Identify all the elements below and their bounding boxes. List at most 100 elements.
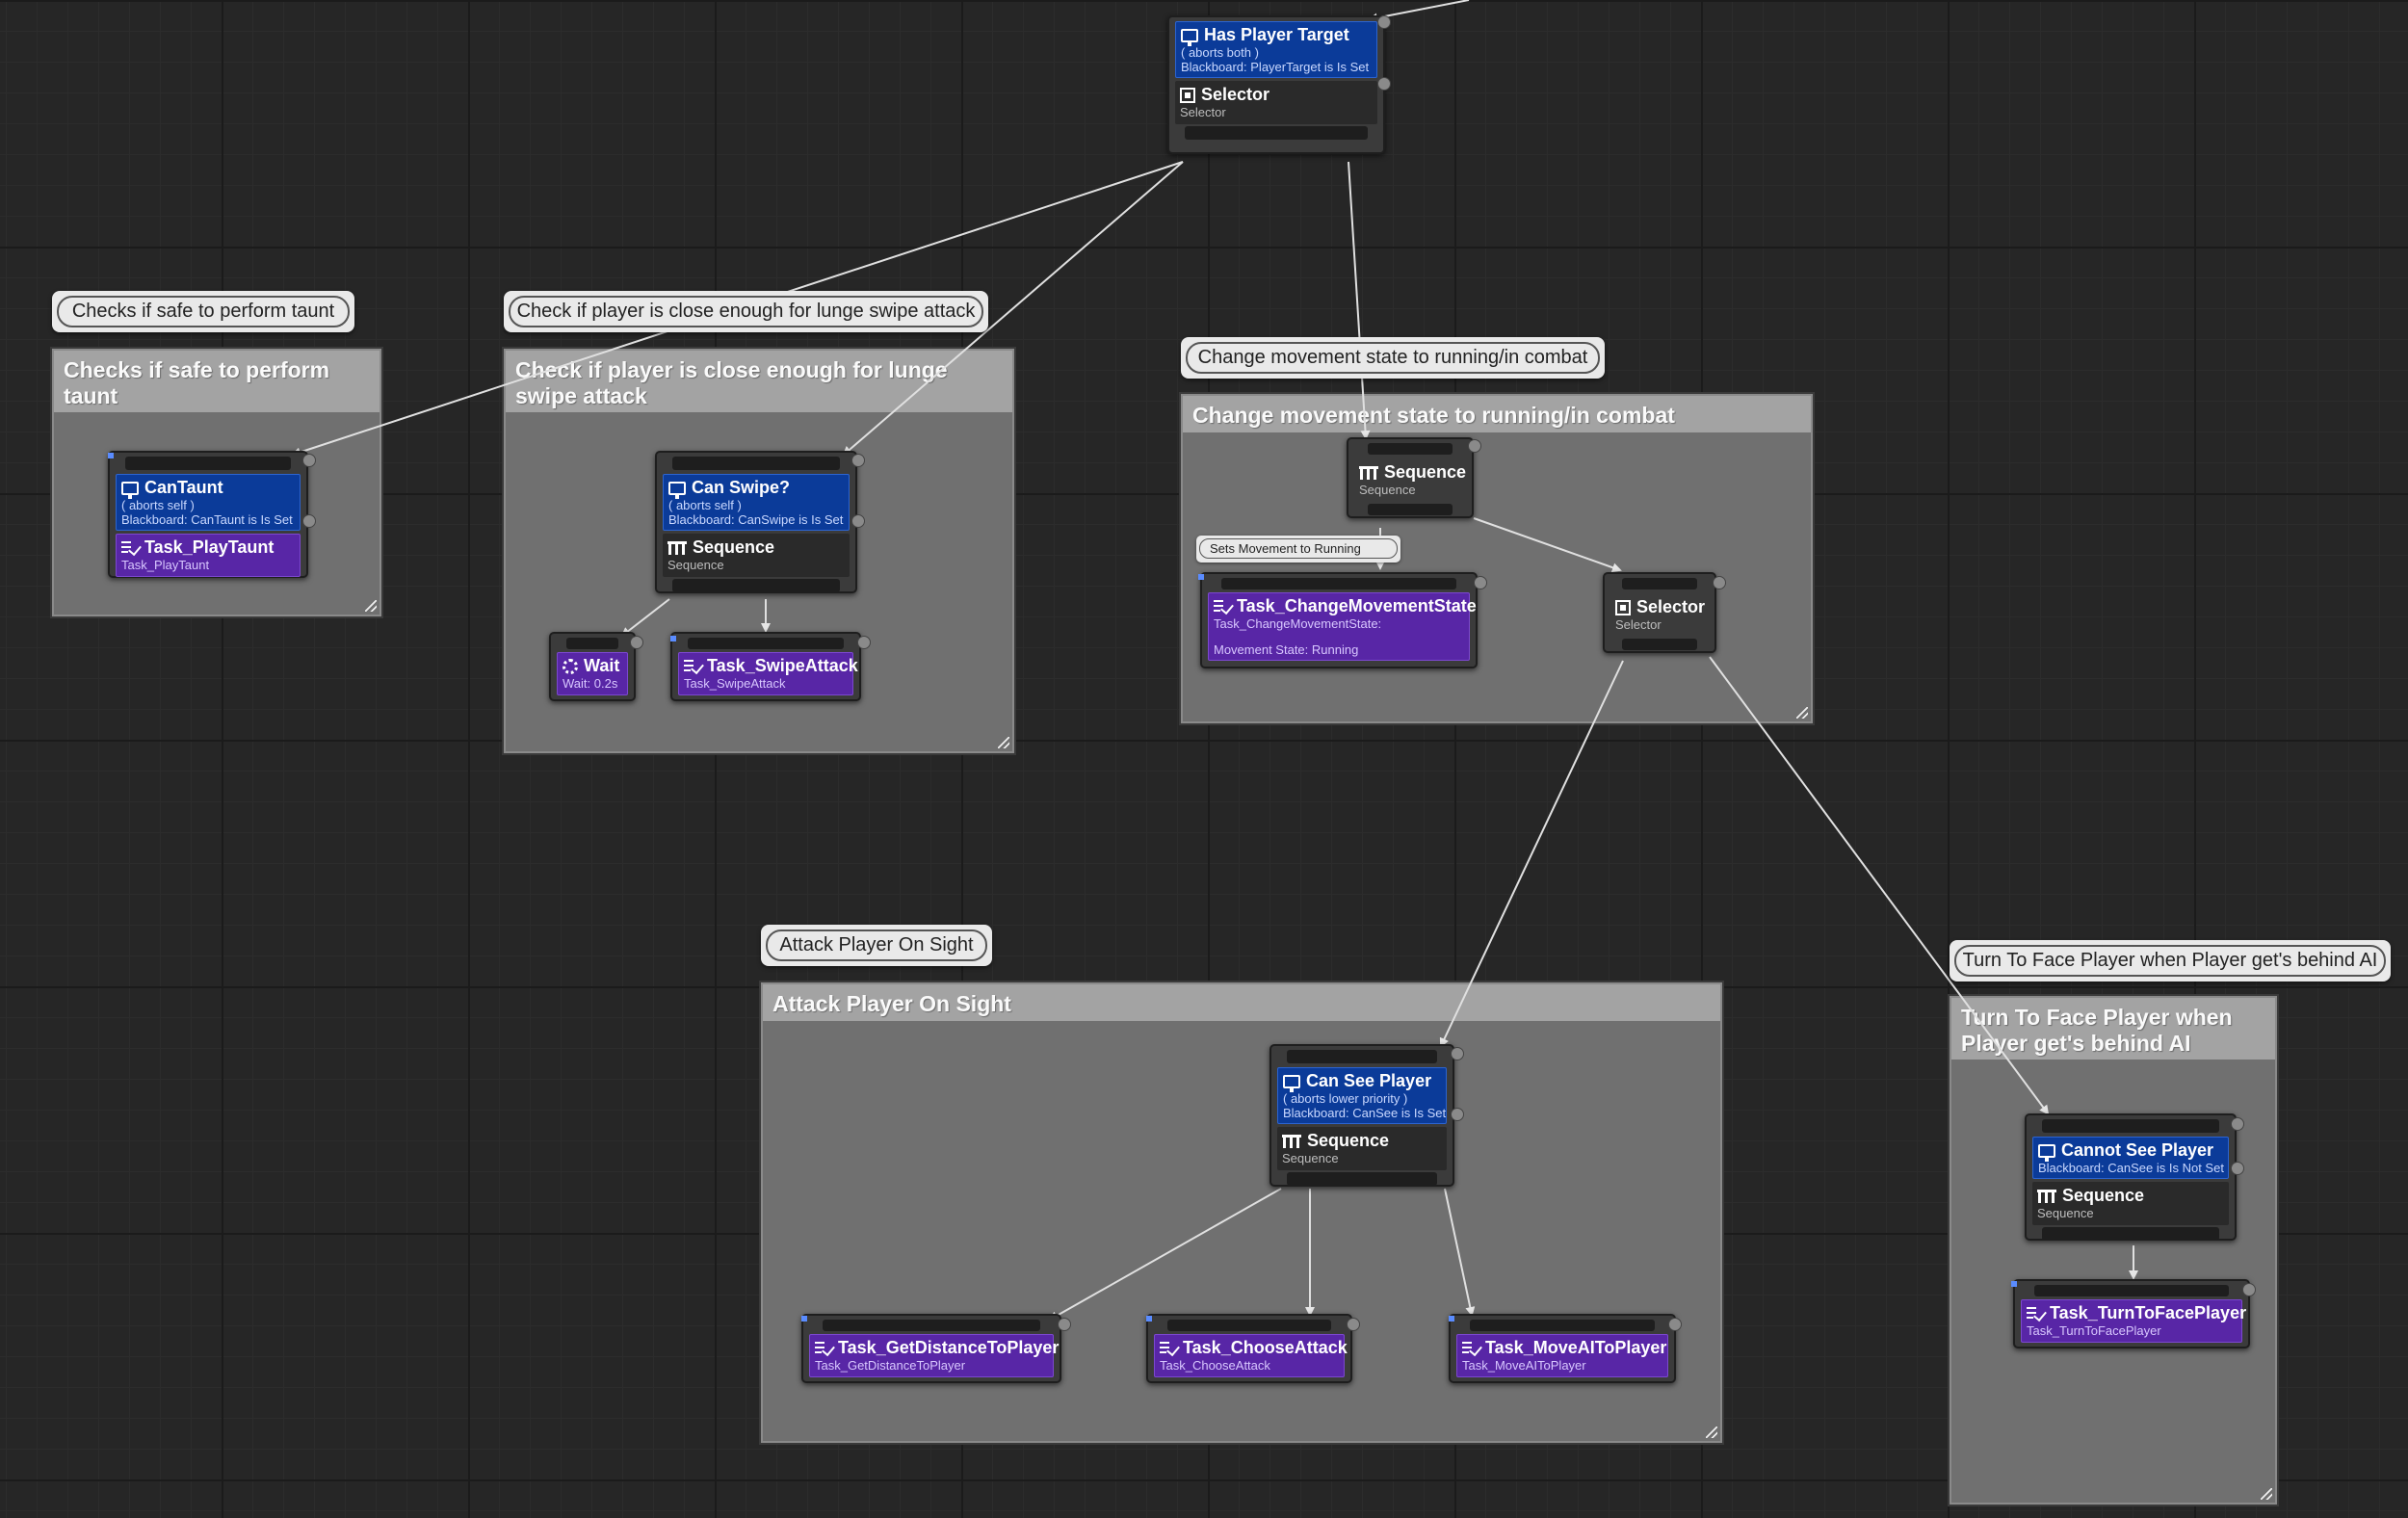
node-port[interactable] <box>302 454 316 467</box>
task-title: Task_SwipeAttack <box>707 656 858 675</box>
node-port[interactable] <box>851 454 865 467</box>
output-pin[interactable] <box>1287 1172 1437 1186</box>
decorator-can-swipe[interactable]: Can Swipe? ( aborts self ) Blackboard: C… <box>663 474 850 531</box>
task-change-movement-state[interactable]: Task_ChangeMovementState Task_ChangeMove… <box>1208 592 1477 661</box>
node-comment-bubble[interactable]: Sets Movement to Running <box>1196 536 1400 563</box>
decorator-condition: Blackboard: CanTaunt is Is Set <box>121 512 293 527</box>
input-pin[interactable] <box>1622 578 1697 589</box>
decorator-port[interactable] <box>1451 1108 1464 1121</box>
node-port[interactable] <box>1451 1047 1464 1060</box>
cansee-sequence-node[interactable]: Can See Player ( aborts lower priority )… <box>1269 1044 1454 1187</box>
composite-sequence[interactable]: Sequence Sequence <box>2032 1182 2229 1225</box>
composite-sequence[interactable]: Sequence Sequence <box>1354 458 1466 502</box>
change-movement-state-node[interactable]: Task_ChangeMovementState Task_ChangeMove… <box>1200 572 1478 668</box>
resize-handle[interactable] <box>365 600 377 612</box>
decorator-condition: Blackboard: CanSee is Is Not Set <box>2038 1161 2224 1175</box>
node-port[interactable] <box>630 636 643 649</box>
input-pin[interactable] <box>1287 1050 1437 1063</box>
movement-sequence-node[interactable]: Sequence Sequence <box>1347 437 1474 518</box>
comment-bubble-turn[interactable]: Turn To Face Player when Player get's be… <box>1950 940 2391 981</box>
task-get-distance[interactable]: Task_GetDistanceToPlayer Task_GetDistanc… <box>809 1334 1059 1377</box>
comment-box-title: Attack Player On Sight <box>763 984 1720 1021</box>
task-swipe-attack[interactable]: Task_SwipeAttack Task_SwipeAttack <box>678 652 858 695</box>
input-pin[interactable] <box>1221 578 1456 589</box>
resize-handle[interactable] <box>1706 1426 1717 1438</box>
resize-handle[interactable] <box>998 737 1009 748</box>
input-pin[interactable] <box>1470 1320 1655 1331</box>
move-ai-task-node[interactable]: Task_MoveAIToPlayer Task_MoveAIToPlayer <box>1449 1314 1676 1383</box>
input-pin[interactable] <box>566 638 618 649</box>
choose-attack-task-node[interactable]: Task_ChooseAttack Task_ChooseAttack <box>1146 1314 1352 1383</box>
cantaunt-task-node[interactable]: CanTaunt ( aborts self ) Blackboard: Can… <box>108 451 308 578</box>
decorator-port[interactable] <box>2231 1162 2244 1175</box>
turn-to-face-task-node[interactable]: Task_TurnToFacePlayer Task_TurnToFacePla… <box>2013 1279 2250 1348</box>
input-pin[interactable] <box>688 638 844 649</box>
swipe-attack-task-node[interactable]: Task_SwipeAttack Task_SwipeAttack <box>670 632 861 701</box>
decorator-cannot-see-player[interactable]: Cannot See Player Blackboard: CanSee is … <box>2032 1137 2229 1179</box>
task-move-ai-to-player[interactable]: Task_MoveAIToPlayer Task_MoveAIToPlayer <box>1456 1334 1668 1377</box>
input-pin[interactable] <box>2042 1119 2219 1133</box>
canswipe-sequence-node[interactable]: Can Swipe? ( aborts self ) Blackboard: C… <box>655 451 857 593</box>
node-port[interactable] <box>1713 576 1726 589</box>
composite-selector[interactable]: Selector Selector <box>1610 593 1709 637</box>
comment-bubble-lunge[interactable]: Check if player is close enough for lung… <box>504 291 988 332</box>
blackboard-decorator-icon <box>121 481 139 499</box>
node-port[interactable] <box>1468 439 1481 453</box>
decorator-title: Can Swipe? <box>692 478 791 497</box>
node-port[interactable] <box>1347 1318 1360 1331</box>
output-pin[interactable] <box>1368 504 1453 515</box>
node-port[interactable] <box>857 636 871 649</box>
wait-task-node[interactable]: Wait Wait: 0.2s <box>549 632 636 701</box>
breakpoint-flag <box>1198 574 1204 580</box>
comment-bubble-attack[interactable]: Attack Player On Sight <box>761 925 992 966</box>
task-play-taunt[interactable]: Task_PlayTaunt Task_PlayTaunt <box>116 534 301 577</box>
comment-bubble-movement[interactable]: Change movement state to running/in comb… <box>1181 337 1605 379</box>
selector-node[interactable]: Selector Selector <box>1603 572 1716 653</box>
decorator-port[interactable] <box>302 514 316 528</box>
decorator-title: Cannot See Player <box>2061 1140 2214 1160</box>
output-pin[interactable] <box>672 579 840 592</box>
resize-handle[interactable] <box>1796 707 1808 719</box>
output-pin[interactable] <box>2042 1227 2219 1241</box>
get-distance-task-node[interactable]: Task_GetDistanceToPlayer Task_GetDistanc… <box>801 1314 1061 1383</box>
decorator-port[interactable] <box>1377 77 1391 91</box>
input-pin[interactable] <box>1368 443 1453 455</box>
task-choose-attack[interactable]: Task_ChooseAttack Task_ChooseAttack <box>1154 1334 1348 1377</box>
input-pin[interactable] <box>672 457 840 470</box>
comment-bubble-text: Attack Player On Sight <box>766 929 987 961</box>
output-pin[interactable] <box>1622 639 1697 650</box>
composite-subtitle: Selector <box>1180 105 1226 119</box>
input-pin[interactable] <box>2034 1285 2229 1296</box>
root-selector-node[interactable]: Has Player Target ( aborts both ) Blackb… <box>1167 15 1385 154</box>
comment-box-title: Check if player is close enough for lung… <box>506 351 1012 412</box>
input-pin[interactable] <box>125 457 291 470</box>
comment-box-turn[interactable]: Turn To Face Player when Player get's be… <box>1950 996 2277 1505</box>
decorator-port[interactable] <box>851 514 865 528</box>
node-port[interactable] <box>2242 1283 2256 1296</box>
wait-icon <box>563 658 578 674</box>
node-port[interactable] <box>1668 1318 1682 1331</box>
resize-handle[interactable] <box>2261 1488 2272 1500</box>
cannotsee-sequence-node[interactable]: Cannot See Player Blackboard: CanSee is … <box>2025 1113 2237 1241</box>
blackboard-decorator-icon <box>1181 28 1198 46</box>
node-port[interactable] <box>1474 576 1487 589</box>
comment-bubble-taunt[interactable]: Checks if safe to perform taunt <box>52 291 354 332</box>
composite-sequence[interactable]: Sequence Sequence <box>1277 1127 1447 1170</box>
task-title: Task_ChooseAttack <box>1183 1338 1348 1357</box>
node-port[interactable] <box>2231 1117 2244 1131</box>
input-pin[interactable] <box>1167 1320 1331 1331</box>
decorator-has-player-target[interactable]: Has Player Target ( aborts both ) Blackb… <box>1175 21 1377 78</box>
composite-selector[interactable]: Selector Selector <box>1175 81 1377 124</box>
selector-icon <box>1180 87 1195 103</box>
node-port[interactable] <box>1058 1318 1071 1331</box>
input-pin[interactable] <box>823 1320 1040 1331</box>
composite-subtitle: Sequence <box>667 558 724 572</box>
task-turn-to-face-player[interactable]: Task_TurnToFacePlayer Task_TurnToFacePla… <box>2021 1299 2246 1343</box>
decorator-port[interactable] <box>1377 15 1391 29</box>
output-pin[interactable] <box>1185 126 1368 140</box>
decorator-cantaunt[interactable]: CanTaunt ( aborts self ) Blackboard: Can… <box>116 474 301 531</box>
decorator-can-see-player[interactable]: Can See Player ( aborts lower priority )… <box>1277 1067 1447 1124</box>
composite-sequence[interactable]: Sequence Sequence <box>663 534 850 577</box>
comment-box-title: Change movement state to running/in comb… <box>1183 396 1811 432</box>
task-wait[interactable]: Wait Wait: 0.2s <box>557 652 628 695</box>
